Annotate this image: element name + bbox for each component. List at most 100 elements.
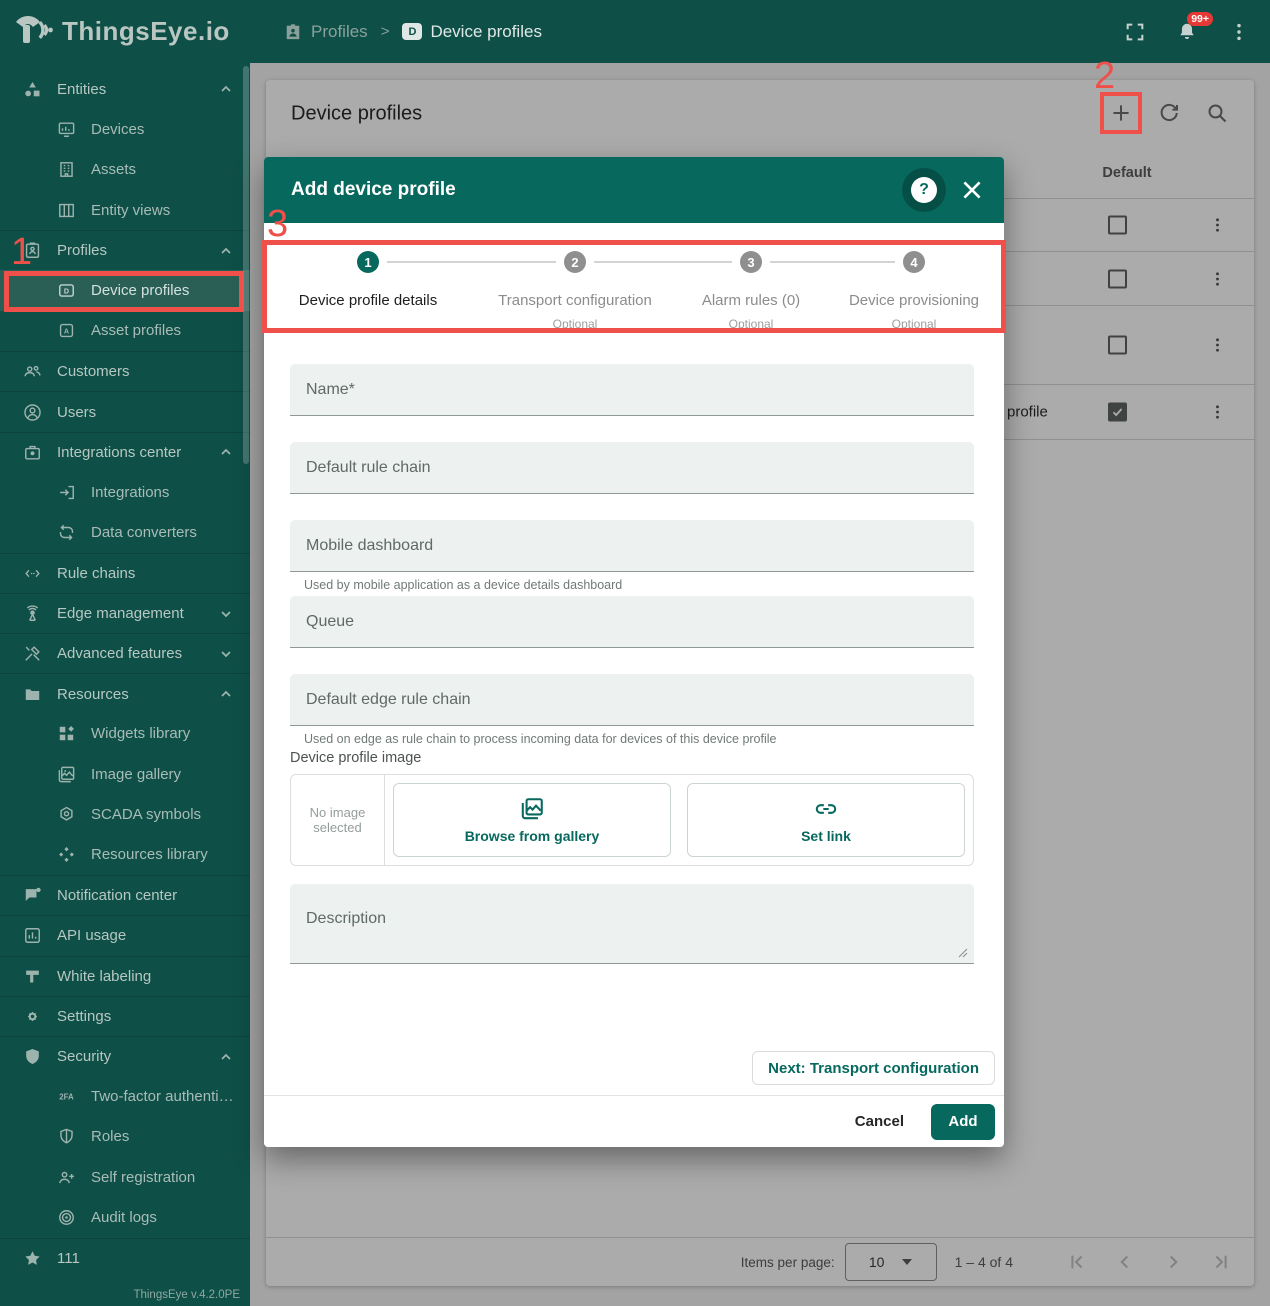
white-labeling-icon xyxy=(23,967,42,986)
device-profile-image-section: No image selected Browse from gallery Se… xyxy=(290,774,974,866)
mobile-dashboard-field[interactable]: Mobile dashboard xyxy=(290,520,974,572)
next-transport-configuration-button[interactable]: Next: Transport configuration xyxy=(752,1051,995,1085)
svg-text:D: D xyxy=(64,287,69,295)
audit-logs-icon xyxy=(57,1208,76,1227)
close-icon[interactable] xyxy=(959,177,985,203)
brand-name: ThingsEye.io xyxy=(62,16,230,46)
sidebar-item-assets[interactable]: Assets xyxy=(0,150,250,190)
step-4-circle[interactable]: 4 xyxy=(903,251,925,273)
sidebar-item-white-labeling[interactable]: White labeling xyxy=(0,955,250,996)
sidebar-item-self-registration[interactable]: Self registration xyxy=(0,1157,250,1197)
no-image-placeholder: No image selected xyxy=(291,775,385,865)
device-profile-icon: D xyxy=(57,281,76,300)
breadcrumb-device-profiles[interactable]: D Device profiles xyxy=(402,22,542,42)
cancel-button[interactable]: Cancel xyxy=(855,1113,904,1130)
sidebar-item-integrations[interactable]: Integrations xyxy=(0,472,250,512)
stepper: 1 2 3 4 Device profile details Transport… xyxy=(264,240,1004,333)
sidebar-item-data-converters[interactable]: Data converters xyxy=(0,512,250,552)
image-gallery-icon xyxy=(57,765,76,784)
sidebar-item-security[interactable]: Security xyxy=(0,1036,250,1076)
dialog-title: Add device profile xyxy=(291,179,456,200)
sidebar-item-entity-views[interactable]: Entity views xyxy=(0,190,250,230)
sidebar-item-resources[interactable]: Resources xyxy=(0,673,250,713)
more-vert-icon[interactable] xyxy=(1226,19,1252,45)
sidebar-item-image-gallery[interactable]: Image gallery xyxy=(0,754,250,794)
chevron-up-icon[interactable] xyxy=(218,444,234,460)
advanced-features-icon xyxy=(23,644,42,663)
fullscreen-icon[interactable] xyxy=(1122,19,1148,45)
step-2-optional: Optional xyxy=(552,317,598,331)
customers-icon xyxy=(23,362,42,381)
svg-text:2FA: 2FA xyxy=(59,1093,74,1102)
breadcrumb-separator: > xyxy=(380,23,390,40)
chevron-down-icon[interactable] xyxy=(218,606,234,622)
edge-rule-chain-hint: Used on edge as rule chain to process in… xyxy=(304,732,777,746)
device-profile-image-label: Device profile image xyxy=(290,750,422,766)
thingseye-logo-icon xyxy=(12,13,56,51)
roles-shield-icon xyxy=(57,1127,76,1146)
rule-chains-icon xyxy=(23,564,42,583)
help-button[interactable]: ? xyxy=(902,168,946,212)
sidebar-scrollbar[interactable] xyxy=(243,66,249,464)
logo[interactable]: ThingsEye.io xyxy=(0,13,250,51)
add-button[interactable]: Add xyxy=(931,1103,995,1140)
sidebar-item-devices[interactable]: Devices xyxy=(0,109,250,149)
sidebar-item-widgets-library[interactable]: Widgets library xyxy=(0,714,250,754)
sidebar-item-roles[interactable]: Roles xyxy=(0,1117,250,1157)
notifications-bell-icon[interactable]: 99+ xyxy=(1174,11,1213,45)
step-3-optional: Optional xyxy=(728,317,774,331)
security-shield-icon xyxy=(23,1047,42,1066)
chevron-up-icon[interactable] xyxy=(218,243,234,259)
sidebar-item-integrations-center[interactable]: Integrations center xyxy=(0,431,250,472)
sidebar-item-audit-logs[interactable]: Audit logs xyxy=(0,1197,250,1237)
description-field[interactable]: Description xyxy=(290,884,974,964)
sidebar-item-notification-center[interactable]: Notification center xyxy=(0,874,250,915)
step-4-label[interactable]: Device provisioning xyxy=(849,292,979,309)
sidebar-item-device-profiles[interactable]: D Device profiles xyxy=(0,270,250,311)
sidebar-item-advanced-features[interactable]: Advanced features xyxy=(0,633,250,673)
default-edge-rule-chain-field[interactable]: Default edge rule chain xyxy=(290,674,974,726)
sidebar-item-resources-library[interactable]: Resources library xyxy=(0,835,250,875)
sidebar-item-api-usage[interactable]: API usage xyxy=(0,915,250,955)
set-link-button[interactable]: Set link xyxy=(687,783,965,857)
resize-handle-icon[interactable] xyxy=(958,948,968,958)
gallery-icon xyxy=(519,796,545,822)
step-1-label[interactable]: Device profile details xyxy=(299,292,437,309)
step-2-label[interactable]: Transport configuration xyxy=(498,292,652,309)
breadcrumb-profiles[interactable]: Profiles xyxy=(283,22,368,42)
chevron-down-icon[interactable] xyxy=(218,646,234,662)
notification-badge: 99+ xyxy=(1187,11,1213,26)
sidebar-item-two-factor[interactable]: 2FA Two-factor authenticati… xyxy=(0,1076,250,1116)
mobile-dashboard-hint: Used by mobile application as a device d… xyxy=(304,578,623,592)
sidebar-item-edge-management[interactable]: Edge management xyxy=(0,592,250,633)
default-rule-chain-field[interactable]: Default rule chain xyxy=(290,442,974,494)
profiles-icon xyxy=(23,241,42,260)
sidebar-item-profiles[interactable]: Profiles xyxy=(0,230,250,270)
step-3-circle[interactable]: 3 xyxy=(740,251,762,273)
chevron-up-icon[interactable] xyxy=(218,686,234,702)
name-field[interactable]: Name* xyxy=(290,364,974,416)
entity-views-icon xyxy=(57,201,76,220)
svg-text:A: A xyxy=(64,328,69,336)
browse-from-gallery-button[interactable]: Browse from gallery xyxy=(393,783,671,857)
star-icon xyxy=(23,1249,42,1268)
app-version: ThingsEye v.4.2.0PE xyxy=(133,1289,240,1301)
self-registration-icon xyxy=(57,1168,76,1187)
chevron-up-icon[interactable] xyxy=(218,81,234,97)
sidebar-item-settings[interactable]: Settings xyxy=(0,995,250,1036)
queue-field[interactable]: Queue xyxy=(290,596,974,648)
sidebar-item-entities[interactable]: Entities xyxy=(0,69,250,109)
sidebar-item-users[interactable]: Users xyxy=(0,391,250,431)
step-2-circle[interactable]: 2 xyxy=(564,251,586,273)
step-3-label[interactable]: Alarm rules (0) xyxy=(702,292,800,309)
sidebar-item-rule-chains[interactable]: Rule chains xyxy=(0,552,250,593)
sidebar-item-customers[interactable]: Customers xyxy=(0,351,250,391)
sidebar-item-asset-profiles[interactable]: A Asset profiles xyxy=(0,311,250,351)
help-icon: ? xyxy=(911,177,937,203)
data-converters-icon xyxy=(57,523,76,542)
sidebar-item-favorites-111[interactable]: 111 xyxy=(0,1237,250,1278)
step-1-circle[interactable]: 1 xyxy=(357,251,379,273)
chevron-up-icon[interactable] xyxy=(218,1049,234,1065)
resources-library-icon xyxy=(57,845,76,864)
sidebar-item-scada-symbols[interactable]: SCADA symbols xyxy=(0,794,250,834)
